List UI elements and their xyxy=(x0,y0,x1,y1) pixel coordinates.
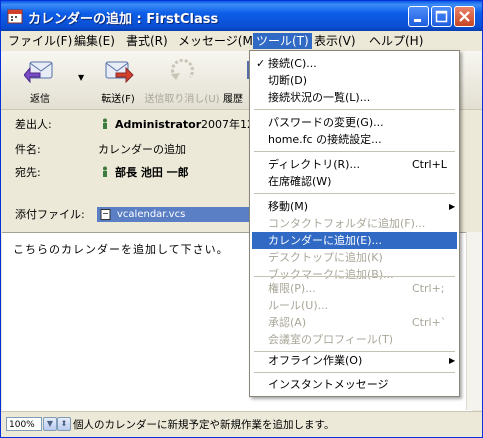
forward-label: 転送(F) xyxy=(101,94,135,105)
menu-file[interactable]: ファイル(F) xyxy=(5,33,75,49)
attachment-name: vcalendar.vcs xyxy=(117,209,186,220)
undo-send-button[interactable]: 送信取り消し(U) xyxy=(143,57,221,105)
menu-item-rules[interactable]: ルール(U)... xyxy=(252,297,457,314)
close-icon xyxy=(459,11,470,22)
menu-bar: ファイル(F) 編集(E) 書式(R) メッセージ(M) ツール(T) 表示(V… xyxy=(1,31,482,51)
attachment-item[interactable]: vcalendar.vcs xyxy=(97,207,249,222)
menu-separator xyxy=(254,372,455,373)
forward-button[interactable]: 転送(F) xyxy=(97,57,139,105)
history-button[interactable]: 履歴 xyxy=(223,57,255,105)
menu-item-label: カレンダーに追加(E)... xyxy=(268,234,383,247)
reply-icon xyxy=(23,61,53,84)
subject-value: カレンダーの追加 xyxy=(98,143,186,156)
menu-item-shortcut: Ctrl+` xyxy=(412,316,447,329)
body-text: こちらのカレンダーを追加して下さい。 xyxy=(13,243,229,256)
menu-item-label: コンタクトフォルダに追加(F)... xyxy=(268,217,426,230)
menu-message[interactable]: メッセージ(M) xyxy=(175,33,260,49)
reply-dropdown-icon[interactable]: ▼ xyxy=(78,73,84,82)
menu-item-label: 在席確認(W) xyxy=(268,175,332,188)
attachment-label: 添付ファイル: xyxy=(15,208,85,221)
menu-item-presence[interactable]: 在席確認(W) xyxy=(252,173,457,190)
history-label: 履歴 xyxy=(223,94,243,105)
from-label: 差出人: xyxy=(15,118,52,131)
menu-item-label: インスタントメッセージ xyxy=(268,378,389,391)
menu-item-permissions[interactable]: 権限(P)... Ctrl+; xyxy=(252,280,457,297)
menu-item-directory[interactable]: ディレクトリ(R)... Ctrl+L xyxy=(252,156,457,173)
menu-item-label: オフライン作業(O) xyxy=(268,354,363,367)
menu-edit[interactable]: 編集(E) xyxy=(71,33,118,49)
menu-tools[interactable]: ツール(T) xyxy=(253,33,312,49)
reply-label: 返信 xyxy=(30,94,50,105)
menu-item-label: 移動(M) xyxy=(268,200,309,213)
to-name: 部長 池田 一郎 xyxy=(115,166,189,179)
submenu-arrow-icon: ▶ xyxy=(449,356,456,365)
menu-item-label: 会議室のプロフィール(T) xyxy=(268,333,394,346)
menu-item-disconnect[interactable]: 切断(D) xyxy=(252,72,457,89)
menu-item-connection-list[interactable]: 接続状況の一覧(L)... xyxy=(252,89,457,106)
menu-item-shortcut: Ctrl+L xyxy=(412,158,447,171)
zoom-field[interactable]: 100% xyxy=(6,417,42,431)
zoom-dropdown-icon[interactable]: ▼ xyxy=(43,417,57,431)
zoom-spin-icon[interactable]: ⬍ xyxy=(57,417,71,431)
menu-item-label: ディレクトリ(R)... xyxy=(268,158,360,171)
tools-menu-dropdown: ✓ 接続(C)... 切断(D) 接続状況の一覧(L)... パスワードの変更(… xyxy=(249,50,460,397)
subject-label: 件名: xyxy=(15,143,41,156)
submenu-arrow-icon: ▶ xyxy=(449,202,456,211)
menu-view[interactable]: 表示(V) xyxy=(311,33,359,49)
menu-format[interactable]: 書式(R) xyxy=(123,33,171,49)
from-value[interactable]: Administrator xyxy=(101,117,201,133)
menu-separator xyxy=(254,151,455,152)
minimize-icon xyxy=(414,19,421,22)
menu-separator xyxy=(254,276,455,277)
to-label: 宛先: xyxy=(15,166,41,179)
menu-item-instant-message[interactable]: インスタントメッセージ xyxy=(252,376,457,393)
undo-send-label: 送信取り消し(U) xyxy=(144,94,220,105)
menu-item-label: デスクトップに追加(K) xyxy=(268,251,383,264)
menu-item-connection-settings[interactable]: home.fc の接続設定... xyxy=(252,131,457,148)
person-icon xyxy=(103,118,107,129)
person-icon xyxy=(103,166,107,177)
vertical-scrollbar[interactable] xyxy=(466,232,482,410)
menu-item-add-to-calendar[interactable]: カレンダーに追加(E)... xyxy=(252,232,457,249)
menu-item-label: 接続状況の一覧(L)... xyxy=(268,91,371,104)
to-value[interactable]: 部長 池田 一郎 xyxy=(101,165,189,181)
file-icon xyxy=(100,209,111,220)
menu-item-label: パスワードの変更(G)... xyxy=(268,116,384,129)
menu-item-label: ルール(U)... xyxy=(268,299,329,312)
close-button[interactable] xyxy=(454,6,475,27)
window-title: カレンダーの追加 : FirstClass xyxy=(28,12,219,27)
menu-item-add-to-contacts[interactable]: コンタクトフォルダに追加(F)... xyxy=(252,215,457,232)
menu-item-change-password[interactable]: パスワードの変更(G)... xyxy=(252,114,457,131)
status-bar: 100% ▼ ⬍ 個人のカレンダーに新規予定や新規作業を追加します。 xyxy=(1,411,482,437)
status-text: 個人のカレンダーに新規予定や新規作業を追加します。 xyxy=(73,419,335,431)
menu-item-connect[interactable]: ✓ 接続(C)... xyxy=(252,55,457,72)
menu-item-add-to-desktop[interactable]: デスクトップに追加(K) xyxy=(252,249,457,266)
title-bar: カレンダーの追加 : FirstClass xyxy=(1,1,482,31)
menu-item-move[interactable]: 移動(M) ▶ xyxy=(252,198,457,215)
reply-button[interactable]: 返信 xyxy=(21,57,59,105)
check-icon: ✓ xyxy=(256,57,266,70)
menu-item-approve[interactable]: 承認(A) Ctrl+` xyxy=(252,314,457,331)
menu-item-label: 権限(P)... xyxy=(268,282,316,295)
minimize-button[interactable] xyxy=(408,6,429,27)
menu-item-label: home.fc の接続設定... xyxy=(268,133,382,146)
undo-send-icon xyxy=(171,58,194,80)
calendar-app-icon xyxy=(7,9,23,24)
menu-item-shortcut: Ctrl+; xyxy=(412,282,445,295)
menu-item-label: 接続(C)... xyxy=(268,57,317,70)
forward-icon xyxy=(105,61,134,84)
menu-separator xyxy=(254,109,455,110)
maximize-button[interactable] xyxy=(431,6,452,27)
menu-item-label: 切断(D) xyxy=(268,74,308,87)
menu-item-offline-work[interactable]: オフライン作業(O) ▶ xyxy=(252,352,457,369)
menu-help[interactable]: ヘルプ(H) xyxy=(366,33,426,49)
menu-item-meeting-room-profile[interactable]: 会議室のプロフィール(T) xyxy=(252,331,457,348)
menu-separator xyxy=(254,193,455,194)
maximize-icon xyxy=(435,10,448,23)
menu-item-label: 承認(A) xyxy=(268,316,307,329)
from-name: Administrator xyxy=(115,118,202,131)
